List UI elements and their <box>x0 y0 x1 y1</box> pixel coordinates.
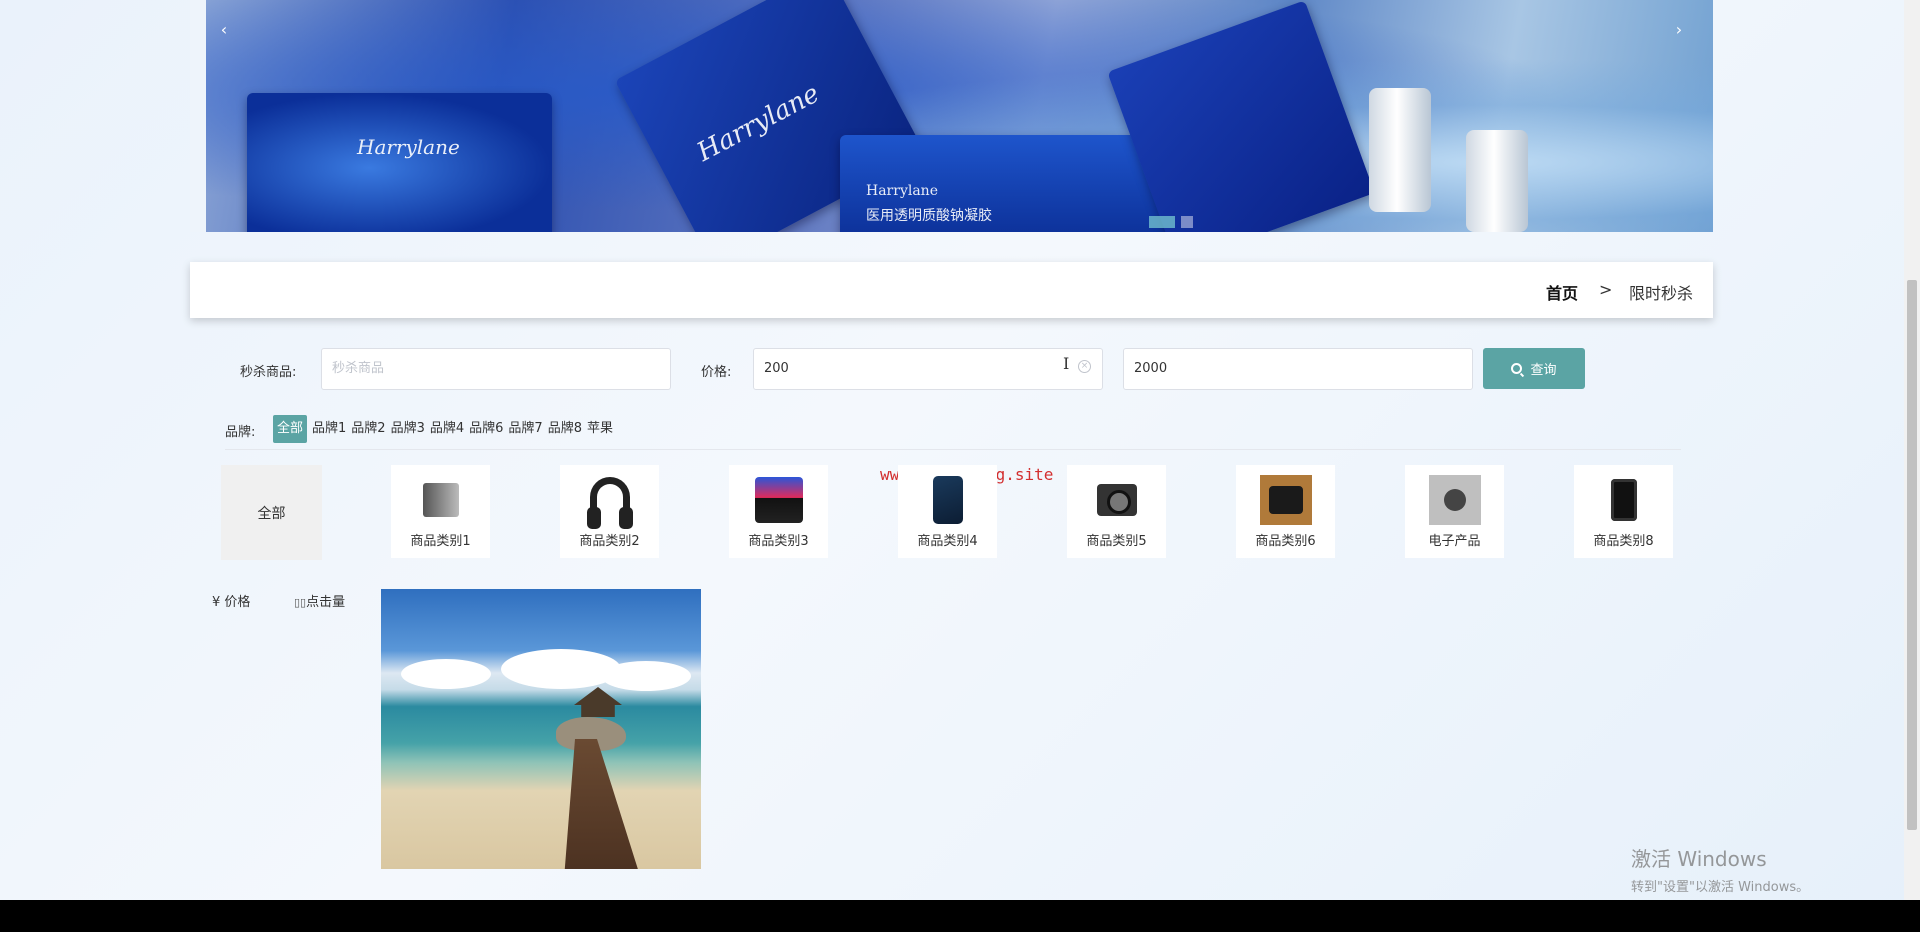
breadcrumb-current: 限时秒杀 <box>1629 284 1694 303</box>
breadcrumb-separator: > <box>1599 280 1613 299</box>
category-item[interactable]: 商品类别3 <box>729 465 828 558</box>
banner-brand-text: Harrylane <box>357 135 460 159</box>
brand-option[interactable]: 苹果 <box>587 415 613 443</box>
banner-brand-text: Harrylane <box>692 78 825 168</box>
game-controller-icon <box>753 475 805 525</box>
text-cursor-icon: I <box>1063 354 1070 373</box>
category-label: 商品类别2 <box>579 534 640 549</box>
phone-icon <box>1598 475 1650 525</box>
price-label: 价格: <box>701 365 732 380</box>
sort-by-clicks[interactable]: ▯▯点击量 <box>294 591 345 610</box>
banner-carousel[interactable]: Harrylane Harrylane Harrylane 医用透明质酸钠凝胶 … <box>190 0 1713 232</box>
brand-option[interactable]: 品牌2 <box>351 415 385 443</box>
breadcrumb: 首页 > 限时秒杀 <box>190 262 1713 318</box>
clear-icon[interactable]: × <box>1078 360 1091 373</box>
search-button[interactable]: 查询 <box>1483 348 1585 389</box>
windows-activation-notice: 激活 Windows 转到"设置"以激活 Windows。 <box>1631 843 1809 895</box>
category-label: 商品类别8 <box>1593 534 1654 549</box>
category-item[interactable]: 商品类别6 <box>1236 465 1335 558</box>
scrollbar-thumb[interactable] <box>1907 280 1917 830</box>
breadcrumb-home-link[interactable]: 首页 <box>1546 280 1578 304</box>
desktop-computer-icon <box>415 475 467 525</box>
taskbar <box>0 900 1920 932</box>
price-max-input[interactable]: 2000 <box>1123 348 1473 390</box>
cloud <box>601 661 691 691</box>
category-item[interactable]: 商品类别2 <box>560 465 659 558</box>
brand-option[interactable]: 品牌1 <box>312 415 346 443</box>
category-item[interactable]: 电子产品 <box>1405 465 1504 558</box>
vial-image <box>1369 88 1431 212</box>
dslr-camera-icon <box>1260 475 1312 525</box>
brand-option[interactable]: 品牌3 <box>391 415 425 443</box>
brand-filter-label: 品牌: <box>225 425 256 440</box>
brand-filter-list: 全部 品牌1 品牌2 品牌3 品牌4 品牌6 品牌7 品牌8 苹果 <box>273 415 613 443</box>
carousel-dot[interactable] <box>1181 216 1193 228</box>
product-image[interactable] <box>381 589 701 869</box>
category-item[interactable]: 商品类别5 <box>1067 465 1166 558</box>
carousel-dots <box>1149 216 1193 228</box>
cloud <box>501 649 621 689</box>
banner-caption: 医用透明质酸钠凝胶 <box>866 208 992 224</box>
category-label: 商品类别4 <box>917 534 978 549</box>
category-label: 商品类别5 <box>1086 534 1147 549</box>
brand-option[interactable]: 品牌6 <box>469 415 503 443</box>
category-label: 商品类别3 <box>748 534 809 549</box>
product-name-input[interactable]: 秒杀商品 <box>321 348 671 390</box>
carousel-prev-icon[interactable]: ‹ <box>214 20 234 40</box>
sort-by-price[interactable]: ¥ 价格 <box>212 591 250 610</box>
category-item[interactable]: 商品类别8 <box>1574 465 1673 558</box>
category-item[interactable]: 商品类别4 <box>898 465 997 558</box>
carousel-next-icon[interactable]: › <box>1669 20 1689 40</box>
banner-image: Harrylane Harrylane Harrylane 医用透明质酸钠凝胶 <box>206 0 1713 232</box>
product-box: Harrylane <box>247 93 552 232</box>
camera-icon <box>1091 475 1143 525</box>
search-button-label: 查询 <box>1530 363 1557 378</box>
banner-brand-text: Harrylane <box>866 183 938 199</box>
product-box: Harrylane 医用透明质酸钠凝胶 <box>840 135 1180 232</box>
brand-option[interactable]: 品牌7 <box>508 415 542 443</box>
vial-image <box>1466 130 1528 232</box>
category-label: 商品类别1 <box>410 534 471 549</box>
brand-option[interactable]: 全部 <box>273 415 308 443</box>
category-all[interactable]: 全部 <box>221 465 322 560</box>
category-label: 商品类别6 <box>1255 534 1316 549</box>
pavilion <box>574 687 622 717</box>
book-icon: ▯▯ <box>294 596 307 609</box>
cloud <box>401 659 491 689</box>
pier <box>564 739 641 869</box>
sort-clicks-label: 点击量 <box>306 595 346 610</box>
scrollbar[interactable] <box>1904 0 1920 900</box>
category-label: 电子产品 <box>1428 534 1481 549</box>
brand-option[interactable]: 品牌4 <box>430 415 464 443</box>
electronic-device-icon <box>1429 475 1481 525</box>
carousel-dot[interactable] <box>1149 216 1175 228</box>
search-icon <box>1511 363 1523 374</box>
divider <box>225 449 1681 450</box>
product-name-label: 秒杀商品: <box>240 365 297 380</box>
brand-option[interactable]: 品牌8 <box>548 415 582 443</box>
activation-subtitle: 转到"设置"以激活 Windows。 <box>1631 880 1810 895</box>
smartphone-icon <box>922 475 974 525</box>
price-min-input[interactable]: 200 <box>753 348 1103 390</box>
activation-title: 激活 Windows <box>1631 847 1767 871</box>
headphones-icon <box>584 475 636 529</box>
category-item[interactable]: 商品类别1 <box>391 465 490 558</box>
